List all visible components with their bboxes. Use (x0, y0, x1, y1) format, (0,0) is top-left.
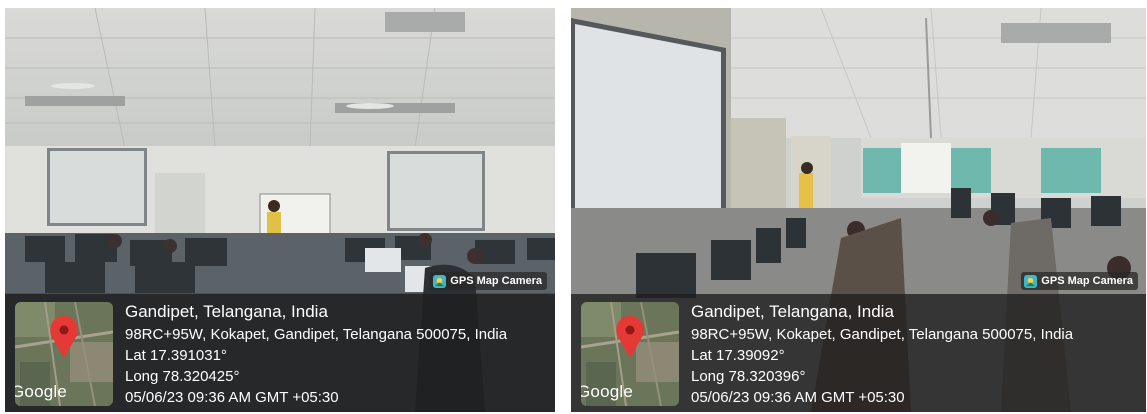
geo-tag-caption-2: Gandipet, Telangana, India 98RC+95W, Kok… (691, 301, 1073, 408)
satellite-minimap-2: Google (581, 302, 679, 406)
latitude-text: Lat 17.391031° (125, 347, 227, 364)
classroom-photo-1: Google Gandipet, Telangana, India 98RC+9… (5, 8, 555, 412)
gps-map-camera-badge-1: GPS Map Camera (430, 272, 547, 290)
satellite-minimap-1: Google (15, 302, 113, 406)
location-title: Gandipet, Telangana, India (691, 302, 894, 321)
geo-tag-overlay-2: Google Gandipet, Telangana, India 98RC+9… (571, 294, 1146, 412)
address-text: 98RC+95W, Kokapet, Gandipet, Telangana 5… (691, 326, 1074, 343)
geo-tag-overlay-1: Google Gandipet, Telangana, India 98RC+9… (5, 294, 555, 412)
gps-camera-app-icon (433, 274, 447, 288)
longitude-text: Long 78.320425° (125, 368, 240, 385)
datetime-text: 05/06/23 09:36 AM GMT +05:30 (125, 389, 339, 406)
google-logo: Google (15, 382, 68, 401)
gps-camera-app-icon (1024, 274, 1038, 288)
badge-label: GPS Map Camera (450, 275, 542, 287)
gps-map-camera-badge-2: GPS Map Camera (1021, 272, 1138, 290)
longitude-text: Long 78.320396° (691, 368, 806, 385)
badge-label: GPS Map Camera (1041, 275, 1133, 287)
google-logo: Google (581, 382, 634, 401)
location-title: Gandipet, Telangana, India (125, 302, 328, 321)
datetime-text: 05/06/23 09:36 AM GMT +05:30 (691, 389, 905, 406)
address-text: 98RC+95W, Kokapet, Gandipet, Telangana 5… (125, 326, 508, 343)
geo-tag-caption-1: Gandipet, Telangana, India 98RC+95W, Kok… (125, 301, 507, 408)
latitude-text: Lat 17.39092° (691, 347, 785, 364)
classroom-photo-2: Google Gandipet, Telangana, India 98RC+9… (571, 8, 1146, 412)
